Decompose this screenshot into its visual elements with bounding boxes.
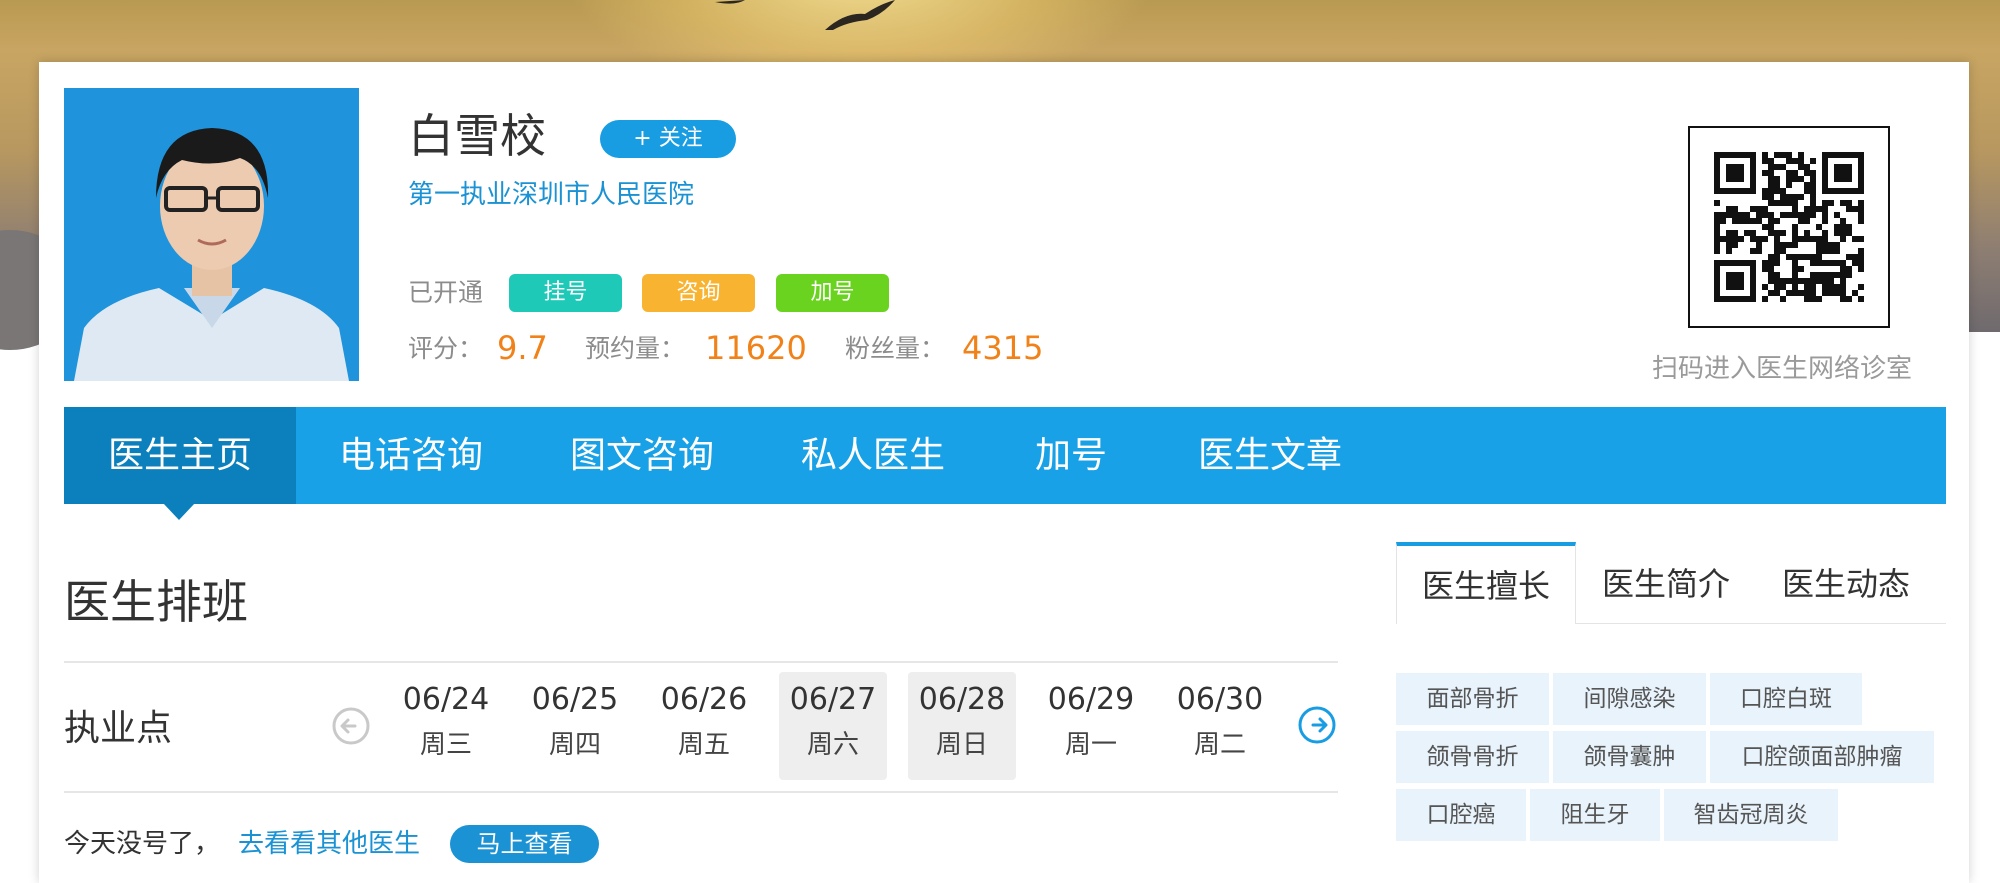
schedule-date: 06/24 bbox=[402, 682, 490, 717]
schedule-day-cell[interactable]: 06/26 周五 bbox=[650, 672, 758, 780]
qr-caption: 扫码进入医生网络诊室 bbox=[1652, 354, 1913, 384]
rating-value: 9.7 bbox=[497, 329, 548, 367]
follow-button[interactable]: + 关注 bbox=[600, 120, 736, 158]
service-tag-consult[interactable]: 咨询 bbox=[642, 274, 755, 312]
qr-code bbox=[1688, 126, 1890, 328]
fans-value: 4315 bbox=[962, 329, 1044, 367]
schedule-date: 06/30 bbox=[1176, 682, 1264, 717]
schedule-day-cell[interactable]: 06/30 周二 bbox=[1166, 672, 1274, 780]
nav-item-text-consult[interactable]: 图文咨询 bbox=[526, 407, 758, 504]
schedule-date: 06/27 bbox=[789, 682, 877, 717]
bird-icon bbox=[715, 0, 895, 30]
skill-tag[interactable]: 颌骨囊肿 bbox=[1553, 731, 1706, 783]
main-nav: 医生主页 电话咨询 图文咨询 私人医生 加号 医生文章 bbox=[64, 407, 1946, 504]
skill-tag[interactable]: 间隙感染 bbox=[1553, 673, 1706, 725]
schedule-weekday: 周日 bbox=[935, 730, 988, 760]
skill-tag[interactable]: 口腔癌 bbox=[1396, 789, 1526, 841]
schedule-weekday: 周五 bbox=[677, 730, 730, 760]
divider bbox=[64, 791, 1338, 793]
schedule-weekday: 周三 bbox=[419, 730, 472, 760]
schedule-date: 06/29 bbox=[1047, 682, 1135, 717]
nav-item-extra-slot[interactable]: 加号 bbox=[988, 407, 1154, 504]
schedule-day-cell[interactable]: 06/25 周四 bbox=[521, 672, 629, 780]
bookings-label: 预约量： bbox=[585, 334, 686, 363]
bookings-value: 11620 bbox=[705, 329, 807, 367]
schedule-weekday: 周六 bbox=[806, 730, 859, 760]
schedule-date: 06/25 bbox=[531, 682, 619, 717]
prev-week-arrow-icon[interactable] bbox=[331, 706, 371, 746]
tab-doctor-expertise[interactable]: 医生擅长 bbox=[1396, 542, 1576, 624]
tab-doctor-intro[interactable]: 医生简介 bbox=[1576, 544, 1756, 624]
skill-tag[interactable]: 智齿冠周炎 bbox=[1664, 789, 1838, 841]
schedule-date: 06/26 bbox=[660, 682, 748, 717]
service-tag-register[interactable]: 挂号 bbox=[509, 274, 622, 312]
schedule-day-cell[interactable]: 06/24 周三 bbox=[392, 672, 500, 780]
fans-label: 粉丝量： bbox=[845, 334, 946, 363]
location-label: 执业点 bbox=[64, 708, 173, 749]
opened-services-label: 已开通 bbox=[408, 278, 484, 307]
skill-tag[interactable]: 口腔颌面部肿瘤 bbox=[1710, 731, 1934, 783]
schedule-weekday: 周二 bbox=[1193, 730, 1246, 760]
tab-doctor-news[interactable]: 医生动态 bbox=[1756, 544, 1936, 624]
hospital-link[interactable]: 第一执业深圳市人民医院 bbox=[408, 178, 694, 212]
schedule-date: 06/28 bbox=[918, 682, 1006, 717]
other-doctors-link[interactable]: 去看看其他医生 bbox=[238, 826, 420, 862]
service-tag-extra[interactable]: 加号 bbox=[776, 274, 889, 312]
schedule-day-cell[interactable]: 06/28 周日 bbox=[908, 672, 1016, 780]
schedule-weekday: 周四 bbox=[548, 730, 601, 760]
skill-tag[interactable]: 面部骨折 bbox=[1396, 673, 1549, 725]
nav-item-private-doctor[interactable]: 私人医生 bbox=[758, 407, 988, 504]
schedule-day-cell[interactable]: 06/27 周六 bbox=[779, 672, 887, 780]
schedule-weekday: 周一 bbox=[1064, 730, 1117, 760]
nav-item-phone-consult[interactable]: 电话咨询 bbox=[296, 407, 526, 504]
nav-item-articles[interactable]: 医生文章 bbox=[1154, 407, 1386, 504]
schedule-title: 医生排班 bbox=[64, 575, 248, 629]
skill-tag[interactable]: 阻生牙 bbox=[1530, 789, 1660, 841]
divider bbox=[64, 661, 1338, 663]
skill-tag[interactable]: 口腔白斑 bbox=[1710, 673, 1862, 725]
next-week-arrow-icon[interactable] bbox=[1297, 705, 1337, 745]
no-slot-text: 今天没号了， bbox=[64, 829, 221, 859]
skill-tag[interactable]: 颌骨骨折 bbox=[1396, 731, 1549, 783]
rating-label: 评分： bbox=[408, 334, 484, 363]
view-now-button[interactable]: 马上查看 bbox=[450, 825, 599, 863]
nav-active-caret bbox=[163, 503, 195, 520]
doctor-avatar bbox=[64, 88, 359, 381]
nav-item-home[interactable]: 医生主页 bbox=[64, 407, 296, 504]
doctor-name: 白雪校 bbox=[408, 109, 546, 163]
schedule-day-cell[interactable]: 06/29 周一 bbox=[1037, 672, 1145, 780]
